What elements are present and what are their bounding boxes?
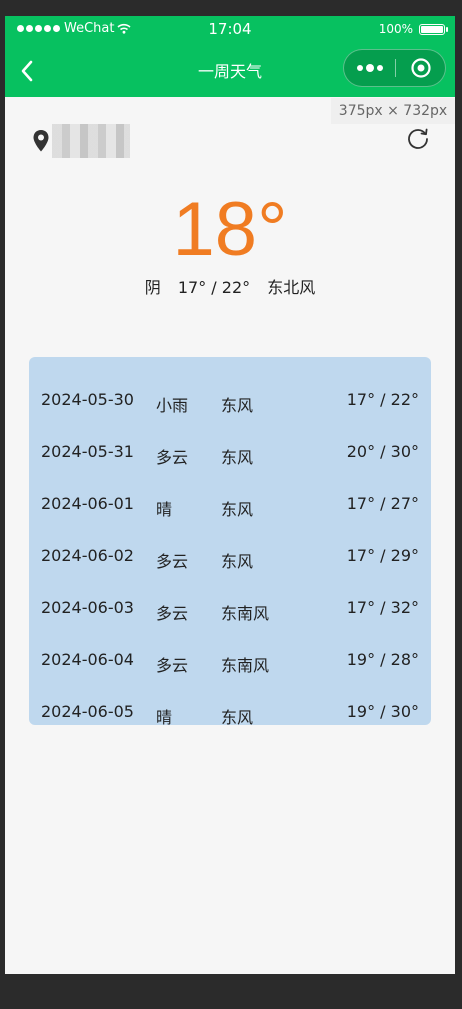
forecast-temp: 17° / 27° <box>346 494 419 513</box>
forecast-condition: 晴 <box>156 500 173 519</box>
current-temperature: 18° <box>172 187 288 272</box>
forecast-temp: 17° / 29° <box>346 546 419 565</box>
forecast-date: 2024-05-30 <box>41 390 134 409</box>
mini-program-capsule <box>343 49 446 87</box>
forecast-wind: 东风 <box>221 396 254 415</box>
current-wind: 东北风 <box>267 278 316 297</box>
forecast-condition: 晴 <box>156 708 173 727</box>
forecast-row: 2024-06-02 多云 东风 17° / 29° <box>29 523 431 575</box>
current-summary: 阴 17° / 22° 东北风 <box>5 274 455 298</box>
forecast-condition: 多云 <box>156 656 189 675</box>
forecast-temp: 17° / 32° <box>346 598 419 617</box>
forecast-list: 2024-05-30 小雨 东风 17° / 22° 2024-05-31 多云… <box>29 357 431 727</box>
forecast-temp: 20° / 30° <box>346 442 419 461</box>
forecast-condition: 多云 <box>156 604 189 623</box>
forecast-date: 2024-06-01 <box>41 494 134 513</box>
forecast-row: 2024-06-01 晴 东风 17° / 27° <box>29 471 431 523</box>
forecast-row: 2024-06-03 多云 东南风 17° / 32° <box>29 575 431 627</box>
phone-screen: WeChat 17:04 100% 一周天气 375px × 732px 18°… <box>5 16 455 974</box>
current-condition: 阴 <box>144 278 161 297</box>
forecast-row: 2024-06-04 多云 东南风 19° / 28° <box>29 627 431 679</box>
forecast-date: 2024-06-02 <box>41 546 134 565</box>
forecast-wind: 东风 <box>221 500 254 519</box>
forecast-row: 2024-05-30 小雨 东风 17° / 22° <box>29 367 431 419</box>
location[interactable] <box>32 124 130 158</box>
battery-icon <box>419 23 448 35</box>
forecast-date: 2024-05-31 <box>41 442 134 461</box>
more-button[interactable] <box>344 50 395 86</box>
forecast-date: 2024-06-04 <box>41 650 134 669</box>
close-circle-icon <box>410 58 431 78</box>
forecast-row: 2024-05-31 多云 东风 20° / 30° <box>29 419 431 471</box>
forecast-temp: 17° / 22° <box>346 390 419 409</box>
forecast-row: 2024-06-05 晴 东风 19° / 30° <box>29 679 431 731</box>
battery-info: 100% <box>378 22 448 36</box>
forecast-wind: 东南风 <box>221 656 270 675</box>
refresh-icon <box>408 128 428 149</box>
forecast-wind: 东风 <box>221 448 254 467</box>
forecast-date: 2024-06-03 <box>41 598 134 617</box>
forecast-temp: 19° / 30° <box>346 702 419 721</box>
forecast-condition: 小雨 <box>156 396 189 415</box>
forecast-date: 2024-06-05 <box>41 702 134 721</box>
status-bar: WeChat 17:04 100% <box>5 16 455 42</box>
forecast-wind: 东南风 <box>221 604 270 623</box>
forecast-condition: 多云 <box>156 448 189 467</box>
forecast-condition: 多云 <box>156 552 189 571</box>
map-pin-icon <box>33 130 49 152</box>
battery-percent: 100% <box>378 22 413 36</box>
current-range: 17° / 22° <box>177 278 251 297</box>
forecast-temp: 19° / 28° <box>346 650 419 669</box>
forecast-wind: 东风 <box>221 708 254 727</box>
close-button[interactable] <box>396 50 445 86</box>
viewport-size-label: 375px × 732px <box>331 98 455 124</box>
header: WeChat 17:04 100% 一周天气 <box>5 16 455 97</box>
forecast-wind: 东风 <box>221 552 254 571</box>
refresh-button[interactable] <box>403 124 433 154</box>
city-name-redacted <box>52 124 130 158</box>
